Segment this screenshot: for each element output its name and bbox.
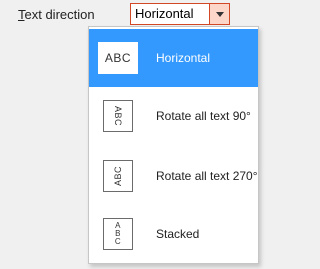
menu-item-label: Rotate all text 90°: [156, 109, 251, 123]
preview-text: ABC: [104, 51, 132, 65]
rotate-90-preview-icon: ABC: [103, 100, 133, 132]
menu-item-label: Rotate all text 270°: [156, 169, 258, 183]
menu-item-stacked[interactable]: A B C Stacked: [89, 205, 258, 263]
preview-text: ABC: [112, 105, 123, 127]
stacked-preview-icon: A B C: [103, 218, 133, 250]
preview-text: ABC: [112, 165, 123, 187]
text-direction-menu: ABC Horizontal ABC Rotate all text 90° A…: [88, 26, 259, 264]
text-direction-dropdown[interactable]: Horizontal: [130, 3, 230, 25]
menu-item-label: Stacked: [156, 227, 200, 241]
menu-item-rotate-270[interactable]: ABC Rotate all text 270°: [89, 147, 258, 205]
menu-item-rotate-90[interactable]: ABC Rotate all text 90°: [89, 87, 258, 145]
label-text: ext direction: [24, 7, 95, 22]
dropdown-value: Horizontal: [135, 6, 194, 21]
stacked-letter: C: [114, 237, 122, 246]
rotate-270-preview-icon: ABC: [103, 160, 133, 192]
menu-item-horizontal[interactable]: ABC Horizontal: [89, 29, 258, 87]
chevron-down-icon: [215, 11, 224, 17]
text-direction-label: Text direction: [18, 6, 95, 24]
horizontal-preview-icon: ABC: [98, 42, 138, 74]
menu-item-label: Horizontal: [156, 51, 211, 65]
dropdown-arrow-button[interactable]: [209, 4, 229, 24]
